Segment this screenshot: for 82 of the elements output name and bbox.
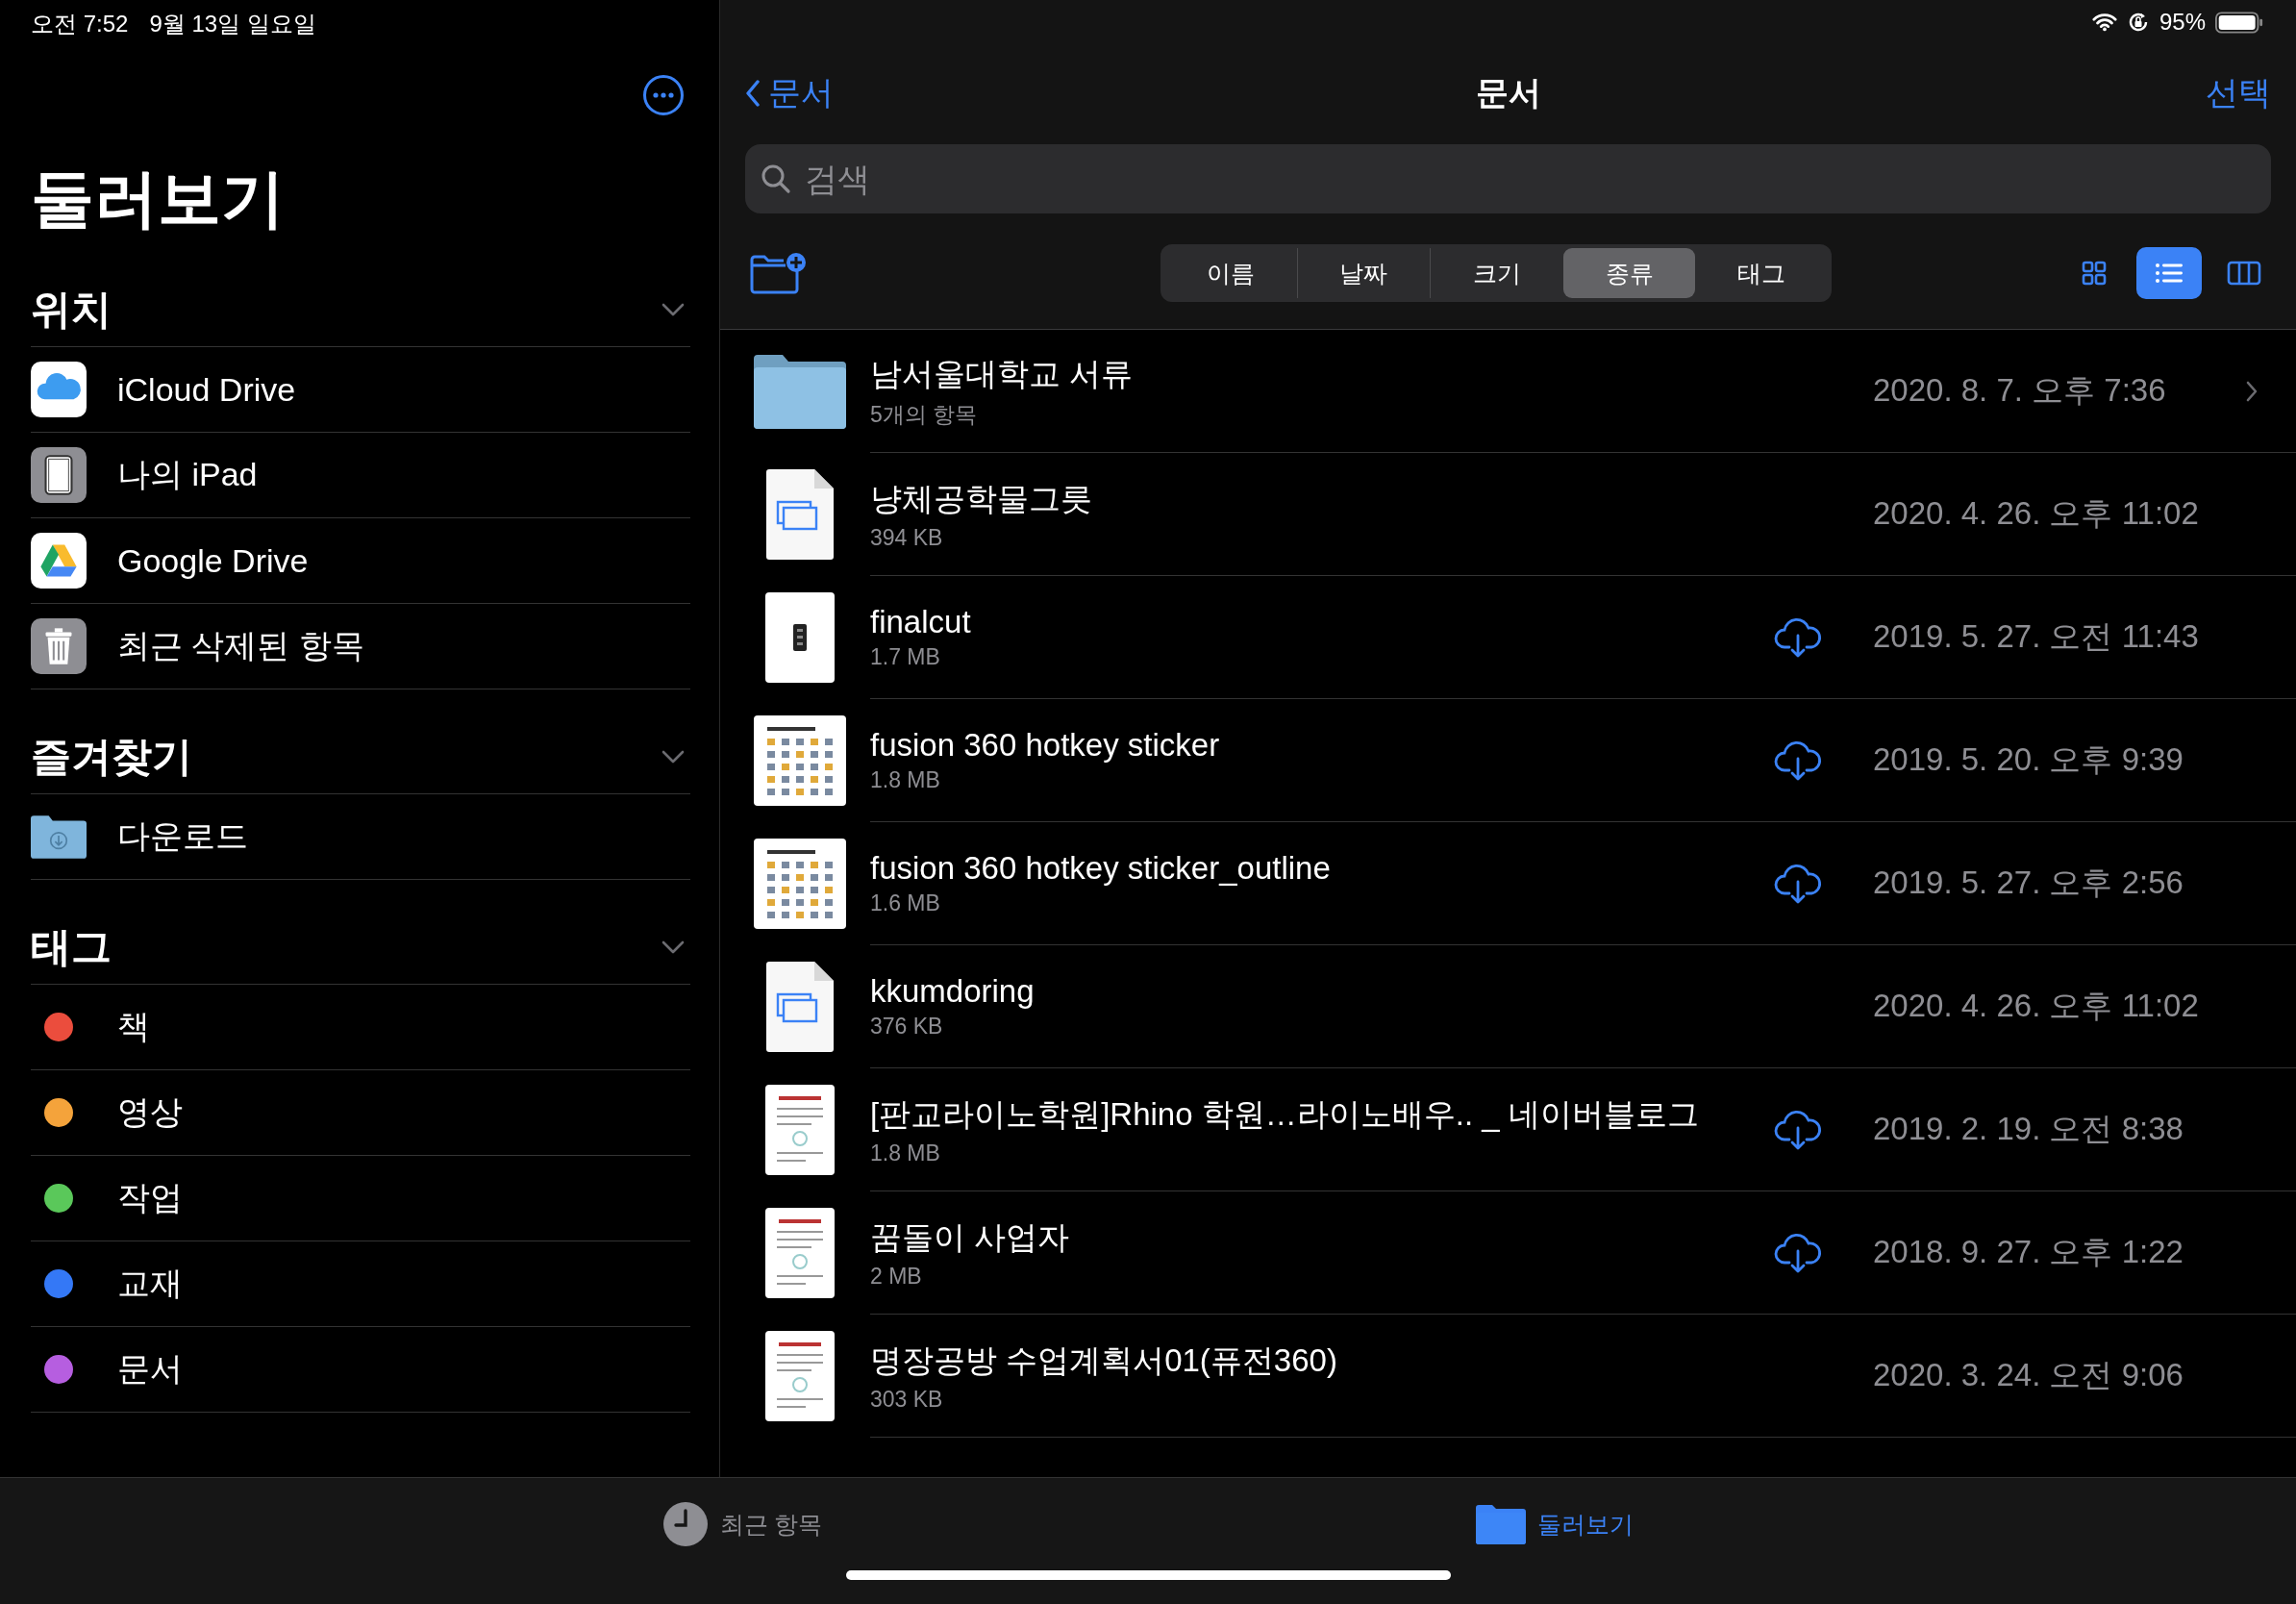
file-date: 2020. 4. 26. 오후 11:02	[1873, 494, 2200, 533]
file-name[interactable]: 냥체공학물그릇	[870, 477, 1771, 521]
list-view-button[interactable]	[2136, 247, 2202, 299]
battery-icon	[2215, 11, 2263, 34]
sidebar-item[interactable]: 책	[117, 1005, 150, 1049]
sidebar-item[interactable]: 영상	[117, 1090, 183, 1135]
file-name[interactable]: finalcut	[870, 604, 1771, 640]
status-date: 9월 13일 일요일	[149, 10, 316, 38]
sidebar-item[interactable]: 최근 삭제된 항목	[117, 624, 364, 668]
cloud-download-icon[interactable]	[1774, 1231, 1822, 1274]
file-detail: 1.6 MB	[870, 890, 941, 916]
document-icon	[766, 962, 834, 1052]
sidebar-item[interactable]: Google Drive	[117, 541, 309, 580]
sidebar-title: 둘러보기	[31, 162, 286, 236]
section-title: 태그	[31, 923, 112, 971]
file-name[interactable]: 명장공방 수업계획서01(퓨전360)	[870, 1339, 1771, 1383]
sort-tab[interactable]: 종류	[1562, 248, 1696, 298]
nav-title: 문서	[1475, 73, 1541, 113]
file-name[interactable]: [판교라이노학원]Rhino 학원…라이노배우.. _ 네이버블로그	[870, 1092, 1771, 1137]
chevron-icon[interactable]	[661, 940, 685, 954]
file-detail: 303 KB	[870, 1386, 944, 1413]
file-detail: 1.7 MB	[870, 644, 941, 670]
sort-tab[interactable]: 이름	[1164, 248, 1297, 298]
back-button[interactable]: 문서	[745, 71, 834, 115]
folder-icon	[754, 354, 846, 429]
cloud-download-icon[interactable]	[1774, 739, 1822, 782]
file-detail: 2 MB	[870, 1263, 923, 1290]
tablet-icon	[31, 447, 87, 503]
search-field[interactable]: 검색	[803, 159, 2256, 199]
file-name[interactable]: fusion 360 hotkey sticker	[870, 727, 1771, 764]
search-icon	[761, 163, 791, 194]
back-chevron-icon	[745, 80, 761, 107]
sidebar-item[interactable]: 나의 iPad	[117, 453, 258, 497]
cloud-download-icon[interactable]	[1774, 1108, 1822, 1151]
sort-tab[interactable]: 크기	[1430, 248, 1563, 298]
file-date: 2019. 5. 27. 오전 11:43	[1873, 617, 2200, 656]
sidebar-item[interactable]: 문서	[117, 1347, 183, 1391]
tab-bar-item[interactable]: 최근 항목	[661, 1501, 823, 1547]
file-date: 2020. 4. 26. 오후 11:02	[1873, 987, 2200, 1025]
file-name[interactable]: 남서울대학교 서류	[870, 352, 1771, 396]
sidebar-item[interactable]: iCloud Drive	[117, 370, 296, 409]
cloud-icon	[31, 362, 87, 417]
sidebar-item[interactable]: 작업	[117, 1176, 183, 1220]
drive-icon	[31, 533, 87, 589]
sort-tab[interactable]: 날짜	[1296, 248, 1431, 298]
section-title: 위치	[31, 286, 112, 334]
status-time: 오전 7:52	[31, 10, 129, 38]
file-date: 2018. 9. 27. 오후 1:22	[1873, 1233, 2184, 1271]
chevron-icon[interactable]	[661, 303, 685, 316]
file-date: 2019. 2. 19. 오전 8:38	[1873, 1110, 2184, 1148]
file-name[interactable]: kkumdoring	[870, 973, 1771, 1010]
tab-bar-item[interactable]: 둘러보기	[1476, 1501, 1635, 1547]
trash-icon	[31, 618, 87, 674]
select-button[interactable]: 선택	[2206, 71, 2271, 115]
chevron-right-icon[interactable]	[2246, 380, 2258, 402]
new-folder-icon[interactable]	[749, 252, 809, 294]
file-detail: 5개의 항목	[870, 400, 979, 429]
section-title: 즐겨찾기	[31, 733, 192, 781]
more-icon[interactable]	[642, 74, 685, 116]
chevron-icon[interactable]	[661, 750, 685, 764]
document-icon	[766, 469, 834, 560]
file-date: 2019. 5. 20. 오후 9:39	[1873, 740, 2184, 779]
cloud-download-icon[interactable]	[1774, 862, 1822, 905]
file-date: 2020. 8. 7. 오후 7:36	[1873, 371, 2167, 410]
sidebar-item[interactable]: 교재	[117, 1262, 183, 1306]
clock-icon	[661, 1501, 709, 1547]
file-name[interactable]: 꿈돌이 사업자	[870, 1216, 1771, 1260]
sort-tab[interactable]: 태그	[1695, 248, 1828, 298]
file-name[interactable]: fusion 360 hotkey sticker_outline	[870, 850, 1771, 887]
file-detail: 376 KB	[870, 1014, 944, 1040]
columns-icon	[2225, 259, 2263, 288]
wifi-icon	[2091, 13, 2117, 32]
search-field[interactable]: 검색	[745, 144, 2271, 213]
file-date: 2019. 5. 27. 오후 2:56	[1873, 864, 2184, 902]
file-detail: 1.8 MB	[870, 767, 941, 793]
cloud-download-icon[interactable]	[1774, 615, 1822, 659]
battery-percentage: 95%	[2159, 9, 2206, 36]
folder-icon	[1476, 1504, 1527, 1544]
file-detail: 394 KB	[870, 524, 944, 551]
sidebar-item[interactable]: 다운로드	[117, 815, 248, 859]
file-detail: 1.8 MB	[870, 1140, 941, 1166]
file-date: 2020. 3. 24. 오전 9:06	[1873, 1356, 2184, 1394]
